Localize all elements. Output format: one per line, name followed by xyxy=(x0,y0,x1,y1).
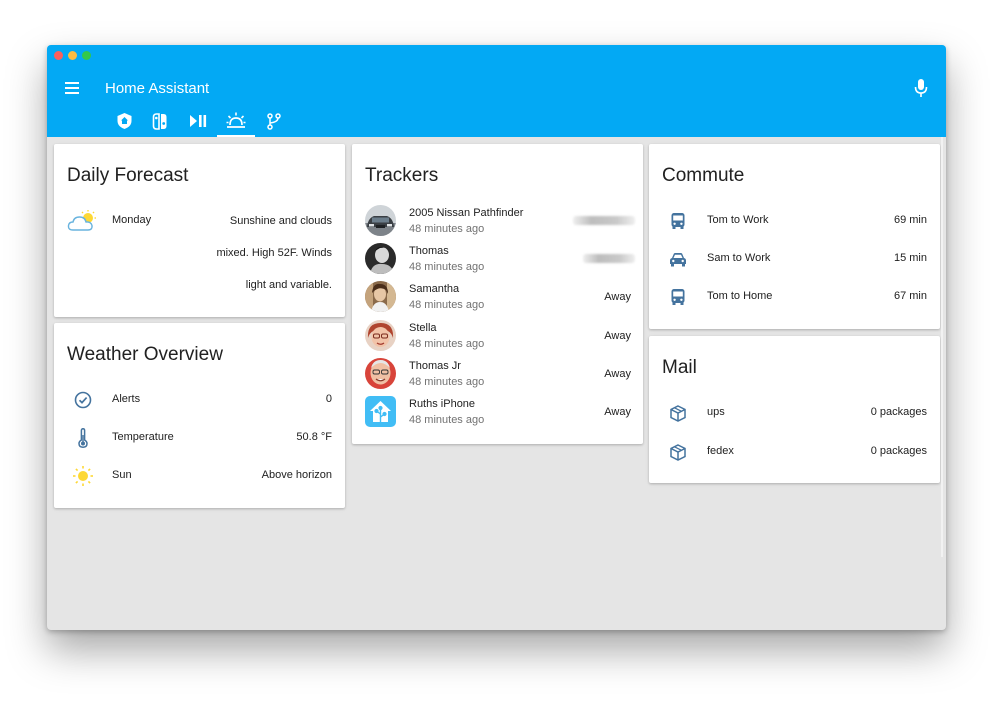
tracker-last-changed: 48 minutes ago xyxy=(409,223,485,235)
tracker-row[interactable]: Samantha 48 minutes ago Away xyxy=(352,278,643,316)
nintendo-switch-icon xyxy=(152,112,167,130)
entity-row-mail[interactable]: ups 0 packages xyxy=(649,398,940,428)
entity-name: Tom to Home xyxy=(707,290,773,302)
card-title: Trackers xyxy=(365,165,439,186)
maximize-window-button[interactable] xyxy=(82,51,91,60)
entity-row-alerts[interactable]: Alerts 0 xyxy=(54,385,345,415)
tracker-last-changed: 48 minutes ago xyxy=(409,376,485,388)
card-title: Weather Overview xyxy=(67,344,223,365)
tracker-last-changed: 48 minutes ago xyxy=(409,261,485,273)
tracker-name: Ruths iPhone xyxy=(409,398,476,410)
trackers-card: Trackers 2005 Nissan Pathfinder 48 minut… xyxy=(352,144,643,444)
entity-name: Alerts xyxy=(112,393,141,405)
home-assistant-avatar xyxy=(365,396,396,427)
entity-name: Sun xyxy=(112,469,132,481)
tracker-name: Samantha xyxy=(409,283,460,295)
person-avatar xyxy=(365,320,396,351)
entity-row-mail[interactable]: fedex 0 packages xyxy=(649,437,940,467)
bus-icon xyxy=(663,285,693,309)
tab-switch[interactable] xyxy=(141,105,179,137)
forecast-text-line: light and variable. xyxy=(245,279,332,291)
entity-row-temperature[interactable]: Temperature 50.8 °F xyxy=(54,423,345,453)
entity-name: Tom to Work xyxy=(707,214,769,226)
entity-name: Temperature xyxy=(112,431,174,443)
menu-icon[interactable] xyxy=(65,81,81,95)
app-window: Home Assistant Daily Forecast Monday Sun… xyxy=(47,45,946,630)
bus-icon xyxy=(663,209,693,233)
scrollbar[interactable] xyxy=(941,137,943,557)
play-pause-icon xyxy=(190,115,207,127)
car-avatar xyxy=(365,205,396,236)
source-branch-icon xyxy=(267,112,281,130)
tab-media[interactable] xyxy=(179,105,217,137)
tracker-row[interactable]: Ruths iPhone 48 minutes ago Away xyxy=(352,393,643,431)
entity-name: Sam to Work xyxy=(707,252,771,264)
partly-cloudy-icon xyxy=(66,209,100,233)
tracker-name: Thomas Jr xyxy=(409,360,461,372)
forecast-text-line: mixed. High 52F. Winds xyxy=(216,247,332,259)
person-avatar xyxy=(365,358,396,389)
package-icon xyxy=(663,440,693,464)
tracker-row[interactable]: Stella 48 minutes ago Away xyxy=(352,317,643,355)
tracker-row[interactable]: 2005 Nissan Pathfinder 48 minutes ago xyxy=(352,202,643,240)
entity-name: fedex xyxy=(707,445,734,457)
mail-card: Mail ups 0 packages fedex 0 packages xyxy=(649,336,940,483)
tracker-state: Away xyxy=(604,406,631,418)
forecast-day: Monday xyxy=(112,214,152,226)
close-window-button[interactable] xyxy=(54,51,63,60)
forecast-text-line: Sunshine and clouds xyxy=(229,215,332,227)
entity-state: 0 packages xyxy=(870,445,927,457)
tracker-last-changed: 48 minutes ago xyxy=(409,414,485,426)
weather-sunset-icon xyxy=(226,112,246,128)
card-title: Mail xyxy=(662,357,697,378)
entity-row-commute[interactable]: Sam to Work 15 min xyxy=(649,244,940,274)
tracker-last-changed: 48 minutes ago xyxy=(409,299,485,311)
tracker-name: Stella xyxy=(409,322,437,334)
tracker-state: Away xyxy=(604,291,631,303)
entity-state: 50.8 °F xyxy=(296,431,332,443)
redacted-state xyxy=(573,216,635,225)
entity-row-commute[interactable]: Tom to Home 67 min xyxy=(649,282,940,312)
app-header: Home Assistant xyxy=(47,45,946,137)
weather-overview-card: Weather Overview Alerts 0 Temperature 50… xyxy=(54,323,345,508)
microphone-icon[interactable] xyxy=(914,79,928,97)
car-icon xyxy=(663,247,693,271)
commute-card: Commute Tom to Work 69 min Sam to Work 1… xyxy=(649,144,940,329)
tracker-row[interactable]: Thomas 48 minutes ago xyxy=(352,240,643,278)
redacted-state xyxy=(583,254,635,263)
tracker-state: Away xyxy=(604,368,631,380)
tracker-name: 2005 Nissan Pathfinder xyxy=(409,207,524,219)
tab-home[interactable] xyxy=(105,105,143,137)
entity-state: Above horizon xyxy=(261,469,332,481)
daily-forecast-card: Daily Forecast Monday Sunshine and cloud… xyxy=(54,144,345,317)
entity-name: ups xyxy=(707,406,725,418)
card-title: Commute xyxy=(662,165,745,186)
tracker-state: Away xyxy=(604,330,631,342)
entity-state: 0 xyxy=(325,393,332,405)
entity-state: 0 packages xyxy=(870,406,927,418)
tab-weather[interactable] xyxy=(217,105,255,137)
person-avatar xyxy=(365,243,396,274)
tracker-last-changed: 48 minutes ago xyxy=(409,338,485,350)
entity-row-sun[interactable]: Sun Above horizon xyxy=(54,461,345,491)
app-title: Home Assistant xyxy=(105,80,210,97)
package-icon xyxy=(663,401,693,425)
tracker-row[interactable]: Thomas Jr 48 minutes ago Away xyxy=(352,355,643,393)
entity-row-commute[interactable]: Tom to Work 69 min xyxy=(649,206,940,236)
check-circle-icon xyxy=(68,388,98,412)
tab-git[interactable] xyxy=(255,105,293,137)
minimize-window-button[interactable] xyxy=(68,51,77,60)
entity-state: 67 min xyxy=(893,290,927,302)
entity-state: 69 min xyxy=(893,214,927,226)
home-assistant-icon xyxy=(117,113,131,129)
tracker-name: Thomas xyxy=(409,245,449,257)
entity-state: 15 min xyxy=(893,252,927,264)
thermometer-icon xyxy=(68,426,98,450)
sun-icon xyxy=(68,464,98,488)
person-avatar xyxy=(365,281,396,312)
card-title: Daily Forecast xyxy=(67,165,189,186)
